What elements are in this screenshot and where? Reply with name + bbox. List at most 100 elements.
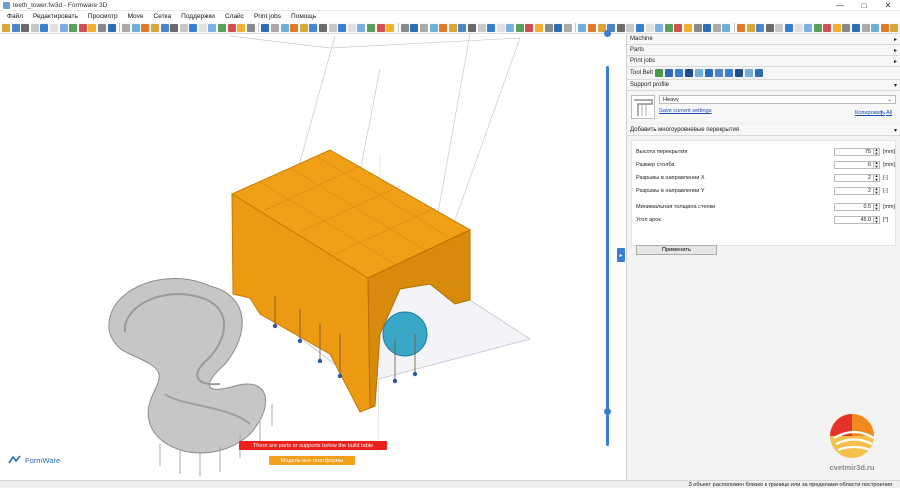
- toolbar-scale-icon-27[interactable]: [271, 23, 280, 32]
- spin-down-icon[interactable]: ▼: [875, 177, 879, 182]
- section-machine[interactable]: Machine ▸: [627, 34, 900, 45]
- toolbar-undo-icon-35[interactable]: [347, 23, 356, 32]
- apply-button[interactable]: Применить: [636, 245, 717, 255]
- toolbar-export-icon-19[interactable]: [189, 23, 198, 32]
- toolbar-paste-icon-84[interactable]: [832, 23, 841, 32]
- toolbar-new-icon-45[interactable]: [448, 23, 457, 32]
- toolbar-move-icon-74[interactable]: [736, 23, 745, 32]
- toolbar-export-icon-64[interactable]: [636, 23, 644, 32]
- menu-help[interactable]: Помощь: [286, 11, 321, 22]
- section-parts[interactable]: Parts ▸: [627, 45, 900, 56]
- menu-view[interactable]: Просмотр: [83, 11, 123, 22]
- toolbar-cut-icon-67[interactable]: [664, 23, 673, 32]
- toolbar-scale-icon-42[interactable]: [419, 23, 428, 32]
- support-tower[interactable]: [230, 149, 472, 413]
- toolbar-delete-icon-85[interactable]: [842, 23, 851, 32]
- toolbar-move-icon-59[interactable]: [588, 23, 597, 32]
- menu-slice[interactable]: Слайс: [220, 11, 249, 22]
- save-settings-link[interactable]: Save current settings: [659, 108, 712, 114]
- toolbar-redo-icon-81[interactable]: [804, 23, 813, 32]
- toolbar-paste-icon-9[interactable]: [88, 23, 97, 32]
- toolbar-export-icon-4[interactable]: [40, 23, 49, 32]
- toolbar-save-icon-62[interactable]: [616, 23, 625, 32]
- toolbelt-tool-icon-5[interactable]: [705, 69, 714, 77]
- panel-collapse-button[interactable]: ▸: [617, 248, 625, 262]
- toolbar-info-icon-26[interactable]: [261, 23, 270, 32]
- toolbar-redo-icon-66[interactable]: [655, 23, 664, 32]
- toolbelt-tool-icon-9[interactable]: [745, 69, 754, 77]
- toolbelt-tool-icon-10[interactable]: [755, 69, 764, 77]
- toolbar-info-icon-41[interactable]: [410, 23, 419, 32]
- toolbar-copy-icon-53[interactable]: [525, 23, 534, 32]
- toolbar-save-icon-77[interactable]: [765, 23, 774, 32]
- section-multilevel[interactable]: Добавить многоуровневые перекрытия ▾: [627, 125, 900, 136]
- toolbar-copy-icon-8[interactable]: [78, 23, 87, 32]
- 3d-viewport[interactable]: [0, 34, 617, 480]
- toolbar-cut-icon-37[interactable]: [366, 23, 375, 32]
- toolbar-move-icon-89[interactable]: [880, 23, 889, 32]
- toolbar-undo-icon-65[interactable]: [645, 23, 654, 32]
- toolbar-delete-icon-40[interactable]: [400, 23, 409, 32]
- spin-down-icon[interactable]: ▼: [875, 190, 879, 195]
- toolbar-undo-icon-5[interactable]: [49, 23, 58, 32]
- toolbar-open-icon-76[interactable]: [756, 23, 765, 32]
- menu-edit[interactable]: Редактировать: [28, 11, 83, 22]
- toolbar-rotate-icon-88[interactable]: [871, 23, 880, 32]
- menu-move[interactable]: Move: [123, 11, 149, 22]
- toolbar-cut-icon-7[interactable]: [69, 23, 78, 32]
- param-value-input[interactable]: 75: [834, 147, 874, 156]
- toolbelt-tool-icon-3[interactable]: [685, 69, 694, 77]
- close-button[interactable]: ✕: [876, 0, 900, 11]
- toolbar-cut-icon-22[interactable]: [218, 23, 227, 32]
- toolbar-import-icon-33[interactable]: [328, 23, 337, 32]
- toolbar-delete-icon-10[interactable]: [97, 23, 106, 32]
- param-value-input[interactable]: 2: [834, 186, 874, 195]
- toolbar-undo-icon-50[interactable]: [496, 23, 505, 32]
- toolbar-save-icon-32[interactable]: [319, 23, 327, 32]
- spin-down-icon[interactable]: ▼: [875, 206, 879, 211]
- toolbar-redo-icon-6[interactable]: [59, 23, 68, 32]
- toolbar-rotate-icon-58[interactable]: [578, 23, 587, 32]
- scene-canvas[interactable]: [0, 34, 617, 480]
- toolbar-redo-icon-51[interactable]: [506, 23, 515, 32]
- toolbar-copy-icon-38[interactable]: [376, 23, 385, 32]
- param-value-input[interactable]: 6: [834, 160, 874, 169]
- toolbar-info-icon-86[interactable]: [852, 23, 861, 32]
- toolbar-rotate-icon-43[interactable]: [429, 23, 438, 32]
- toolbelt-tool-icon-8[interactable]: [735, 69, 744, 77]
- spin-down-icon[interactable]: ▼: [875, 164, 879, 169]
- toolbar-copy-icon-68[interactable]: [674, 23, 683, 32]
- toolbar-paste-icon-39[interactable]: [386, 23, 395, 32]
- toolbar-cut-icon-52[interactable]: [515, 23, 524, 32]
- toolbar-export-icon-49[interactable]: [487, 23, 496, 32]
- toolbar-rotate-icon-73[interactable]: [722, 23, 731, 32]
- toolbar-delete-icon-25[interactable]: [246, 23, 255, 32]
- toolbar-rotate-icon-28[interactable]: [280, 23, 289, 32]
- section-support-profile[interactable]: Support profile ▾: [627, 80, 900, 91]
- toolbar-delete-icon-55[interactable]: [544, 23, 553, 32]
- toolbar-new-icon-0[interactable]: [2, 23, 10, 32]
- toolbar-info-icon-71[interactable]: [703, 23, 712, 32]
- zoom-slider-bottom-handle[interactable]: [604, 408, 611, 415]
- all-link[interactable]: All: [886, 110, 892, 116]
- toolbar-scale-icon-72[interactable]: [712, 23, 721, 32]
- toolbar-rotate-icon-13[interactable]: [131, 23, 140, 32]
- toolbelt-tool-icon-1[interactable]: [665, 69, 674, 77]
- param-value-input[interactable]: 45.0: [834, 215, 874, 224]
- zoom-slider-top-handle[interactable]: [604, 30, 611, 37]
- param-value-input[interactable]: 0.5: [834, 202, 874, 211]
- toolbar-save-icon-2[interactable]: [21, 23, 30, 32]
- toolbar-import-icon-78[interactable]: [775, 23, 784, 32]
- toolbelt-tool-icon-7[interactable]: [725, 69, 734, 77]
- zoom-slider[interactable]: [606, 66, 609, 446]
- toolbelt-tool-icon-6[interactable]: [715, 69, 724, 77]
- toolbar-open-icon-46[interactable]: [458, 23, 467, 32]
- toolbar-scale-icon-57[interactable]: [563, 23, 572, 32]
- param-value-input[interactable]: 2: [834, 173, 874, 182]
- toolbar-export-icon-34[interactable]: [338, 23, 347, 32]
- toolbar-import-icon-18[interactable]: [179, 23, 188, 32]
- toolbar-move-icon-14[interactable]: [141, 23, 150, 32]
- toolbar-info-icon-56[interactable]: [554, 23, 563, 32]
- toolbar-new-icon-15[interactable]: [150, 23, 159, 32]
- toolbar-open-icon-31[interactable]: [309, 23, 318, 32]
